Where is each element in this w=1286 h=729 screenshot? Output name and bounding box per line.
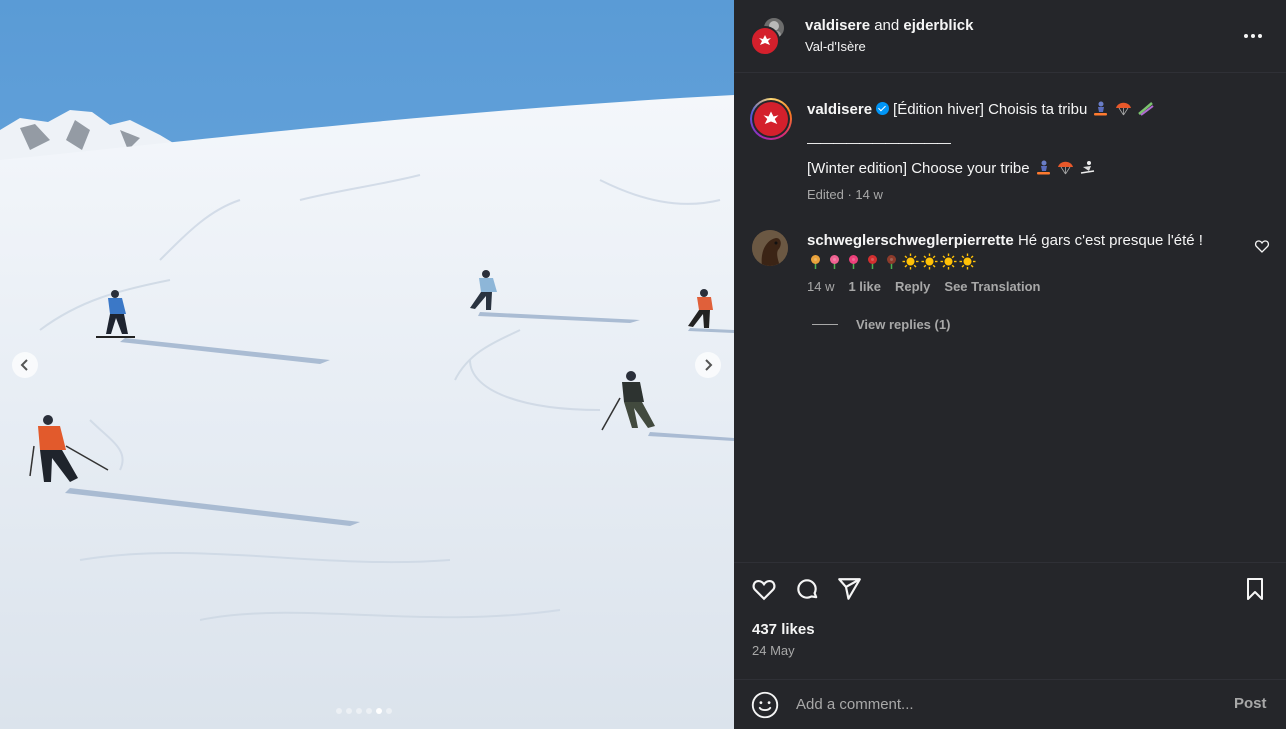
add-comment-input[interactable] <box>796 692 1216 716</box>
comment-like-heart-icon[interactable] <box>1254 238 1270 254</box>
post-header: valdisere and ejderblick Val-d'Isère <box>734 0 1286 72</box>
phoenix-logo-icon <box>759 35 771 45</box>
comment-text: Hé gars c'est presque l'été ! <box>1017 232 1203 249</box>
hibiscus-emoji-icon <box>830 254 839 269</box>
save-button[interactable] <box>1240 574 1270 604</box>
header-username-1[interactable]: valdisere <box>805 17 870 34</box>
header-divider <box>734 72 1286 73</box>
post-comment-button[interactable]: Post <box>1234 695 1267 712</box>
snowboarder-emoji-icon <box>1094 101 1108 116</box>
heart-icon <box>752 580 776 601</box>
action-bar <box>734 574 1286 606</box>
comment-username[interactable]: schweglerschweglerpierrette <box>807 232 1014 249</box>
comment-emojis <box>807 251 1227 271</box>
caption-en-text: [Winter edition] Choose your tribe <box>807 160 1030 177</box>
carousel-dot <box>336 708 342 714</box>
next-media-button[interactable] <box>695 352 721 378</box>
comment-button[interactable] <box>792 574 822 604</box>
carousel-indicator <box>336 708 392 714</box>
bouquet-emoji-icon <box>811 254 820 269</box>
reply-button[interactable]: Reply <box>895 279 930 294</box>
collab-names: valdisere and ejderblick <box>805 17 973 34</box>
view-replies-button[interactable]: View replies (1) <box>812 317 950 332</box>
comment-avatar[interactable] <box>752 230 788 266</box>
likes-count[interactable]: 437 likes <box>752 621 815 638</box>
skier-emoji-icon <box>1081 161 1095 174</box>
post-media[interactable] <box>0 0 734 729</box>
rose-emoji-icon <box>868 254 877 269</box>
sun-emoji-icon <box>902 253 919 270</box>
share-button[interactable] <box>834 574 864 604</box>
share-icon <box>838 578 861 600</box>
caption-text-en: [Winter edition] Choose your tribe <box>807 159 1096 179</box>
wilted-flower-emoji-icon <box>887 254 896 269</box>
avatar-valdisere <box>750 26 780 56</box>
caption-username[interactable]: valdisere <box>807 101 872 118</box>
caption-meta: Edited · 14 w <box>807 187 883 202</box>
emoji-picker-icon[interactable] <box>751 691 779 719</box>
sun-emoji-icon <box>959 253 976 270</box>
replies-line <box>812 324 838 325</box>
comment-meta: 14 w 1 like Reply See Translation <box>807 279 1055 294</box>
more-horizontal-icon <box>1244 34 1248 38</box>
carousel-dot <box>356 708 362 714</box>
header-and: and <box>874 17 900 34</box>
post-date[interactable]: 24 May <box>752 643 795 658</box>
comment-icon <box>797 579 818 599</box>
view-replies-label: View replies (1) <box>856 317 951 332</box>
comment-likes-count[interactable]: 1 like <box>848 279 881 294</box>
carousel-dot <box>366 708 372 714</box>
post-dialog: valdisere and ejderblick Val-d'Isère val… <box>0 0 1286 729</box>
like-button[interactable] <box>749 574 779 604</box>
more-options-button[interactable] <box>1239 26 1267 46</box>
carousel-dot <box>346 708 352 714</box>
parachute-emoji-icon <box>1115 102 1131 116</box>
add-comment-bar: Post <box>734 680 1286 729</box>
header-username-2[interactable]: ejderblick <box>903 17 973 34</box>
sun-emoji-icon <box>921 253 938 270</box>
caption-divider: ——————————— <box>807 134 951 150</box>
sun-emoji-icon <box>940 253 957 270</box>
previous-media-button[interactable] <box>12 352 38 378</box>
verified-badge-icon <box>876 102 890 115</box>
phoenix-logo-icon <box>763 111 779 124</box>
caption-text: valdisere [Édition hiver] Choisis ta trib… <box>807 100 1247 120</box>
ski-emoji-icon <box>1138 102 1154 116</box>
tulip-emoji-icon <box>849 254 858 269</box>
chevron-left-icon <box>20 359 28 371</box>
parachute-emoji-icon <box>1057 161 1073 175</box>
location-link[interactable]: Val-d'Isère <box>805 39 866 54</box>
actions-divider <box>734 562 1286 563</box>
carousel-dot <box>376 708 382 714</box>
ski-slope-photo <box>0 0 734 729</box>
chevron-right-icon <box>705 359 713 371</box>
comment-time: 14 w <box>807 279 835 294</box>
caption-avatar[interactable] <box>750 98 792 140</box>
snowboarder-emoji-icon <box>1036 160 1050 175</box>
carousel-dot <box>386 708 392 714</box>
collab-avatars[interactable] <box>750 16 790 56</box>
see-translation-button[interactable]: See Translation <box>944 279 1040 294</box>
comment-body: schweglerschweglerpierrette Hé gars c'es… <box>807 231 1227 271</box>
post-side-panel: valdisere and ejderblick Val-d'Isère val… <box>734 0 1286 729</box>
horse-avatar-icon <box>752 230 788 266</box>
bookmark-icon <box>1247 578 1263 600</box>
caption-text-fr: [Édition hiver] Choisis ta tribu <box>893 101 1088 118</box>
